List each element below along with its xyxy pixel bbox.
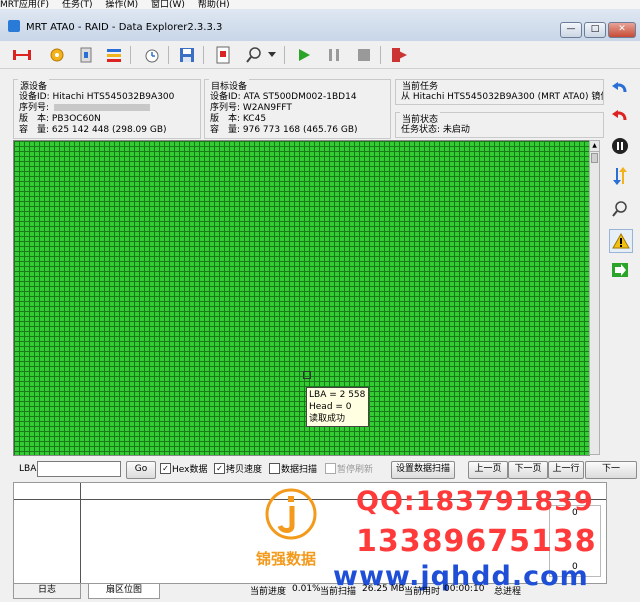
next-row-button[interactable]: 下一 [585, 461, 637, 479]
current-task-text: 从 Hitachi HTS545032B9A300 (MRT ATA0) 镜像到… [401, 92, 604, 102]
serial-redacted-bar [53, 104, 150, 111]
task-status-text: 任务状态: 未启动 [401, 125, 470, 135]
dropdown-arrow-icon[interactable] [266, 45, 278, 65]
graph-divider-line [80, 483, 81, 583]
hex-checkbox[interactable]: ✓ [160, 463, 171, 474]
close-button[interactable]: ✕ [608, 22, 636, 38]
stop-icon[interactable] [354, 45, 374, 65]
qq-watermark: QQ:183791839 [356, 486, 594, 517]
brand-logo-icon [265, 488, 317, 540]
toolbar-separator [130, 46, 131, 64]
next-arrow-icon[interactable] [609, 259, 631, 281]
tab-sector-map[interactable]: 扇区位图 [88, 583, 160, 599]
undo-blue-icon[interactable] [609, 77, 631, 99]
maximize-button[interactable]: □ [584, 22, 606, 38]
scan-label: 当前扫描 [320, 587, 357, 597]
pause-circle-icon[interactable] [609, 135, 631, 157]
menu-operate[interactable]: 操作(M) [105, 1, 138, 10]
controls-row: LBA Go ✓ Hex数据 ✓ 拷贝速度 数据扫描 暂停刷新 设置数据扫描 上… [0, 460, 640, 480]
search-probe-icon[interactable] [244, 45, 264, 65]
elapsed-label: 当前用时 [404, 587, 441, 597]
menu-bar: MRT应用(F) 任务(T) 操作(M) 窗口(W) 帮助(H) [0, 0, 640, 9]
target-capacity: 容 量: 976 773 168 (465.76 GB) [210, 125, 358, 135]
hex-label: Hex数据 [172, 465, 208, 475]
toolbar-separator [284, 46, 285, 64]
lba-input[interactable] [37, 461, 121, 477]
copy-speed-checkbox[interactable]: ✓ [214, 463, 225, 474]
copy-speed-label: 拷贝速度 [226, 465, 263, 475]
title-bar: MRT ATA0 - RAID - Data Explorer2.3.3.3 —… [0, 9, 640, 42]
disk-tool-icon[interactable] [76, 45, 96, 65]
tooltip-head: Head = 0 [309, 402, 352, 412]
settings-gear-icon[interactable] [47, 45, 67, 65]
target-device-panel: 目标设备 设备ID: ATA ST500DM002-1BD14 序列号: W2A… [204, 79, 391, 139]
menu-window[interactable]: 窗口(W) [151, 1, 185, 10]
undo-red-icon[interactable] [609, 105, 631, 127]
menu-task[interactable]: 任务(T) [62, 1, 93, 10]
warning-icon[interactable] [609, 229, 633, 253]
total-progress-label: 总进程 [494, 587, 522, 597]
current-task-panel: 当前任务 从 Hitachi HTS545032B9A300 (MRT ATA0… [395, 79, 604, 105]
tab-log[interactable]: 日志 [13, 583, 81, 599]
toolbar-separator [380, 46, 381, 64]
data-scan-checkbox[interactable] [269, 463, 280, 474]
next-page-button[interactable]: 下一页 [508, 461, 548, 479]
progress-label: 当前进度 [250, 587, 287, 597]
sector-tooltip: LBA = 2 558 Head = 0 读取成功 [306, 387, 369, 427]
current-status-panel: 当前状态 任务状态: 未启动 [395, 112, 604, 138]
prev-row-button[interactable]: 上一行 [548, 461, 584, 479]
elapsed-value: 00:00:10 [444, 584, 485, 594]
window-title: MRT ATA0 - RAID - Data Explorer2.3.3.3 [26, 22, 223, 33]
play-icon[interactable] [294, 45, 314, 65]
pause-icon[interactable] [324, 45, 344, 65]
menu-help[interactable]: 帮助(H) [198, 1, 230, 10]
sector-map-grid[interactable] [13, 140, 590, 456]
scan-value: 26.25 MB [362, 584, 405, 594]
phone-watermark: 13389675138 [356, 524, 597, 559]
lba-label: LBA [19, 464, 37, 474]
prev-page-button[interactable]: 上一页 [468, 461, 508, 479]
minimize-button[interactable]: — [560, 22, 582, 38]
brand-logo [258, 488, 324, 544]
connect-icon[interactable] [12, 45, 32, 65]
pause-refresh-checkbox[interactable] [325, 463, 336, 474]
app-icon [8, 20, 20, 32]
timer-icon[interactable] [142, 45, 162, 65]
pause-refresh-label: 暂停刷新 [337, 465, 374, 475]
exit-icon[interactable] [389, 45, 409, 65]
report-icon[interactable] [213, 45, 233, 65]
toolbar-separator [203, 46, 204, 64]
menu-file[interactable]: MRT应用(F) [0, 1, 49, 10]
scroll-thumb[interactable] [591, 153, 598, 163]
toolbar [0, 41, 640, 69]
tooltip-lba: LBA = 2 558 [309, 390, 366, 400]
save-icon[interactable] [177, 45, 197, 65]
cursor-marker [303, 371, 311, 379]
data-scan-label: 数据扫描 [281, 465, 318, 475]
scroll-up-arrow-icon[interactable]: ▲ [590, 141, 599, 152]
sort-arrows-icon[interactable] [609, 165, 631, 187]
toolbar-separator [168, 46, 169, 64]
brand-name: 锦强数据 [256, 550, 317, 568]
probe-icon[interactable] [609, 198, 631, 220]
scan-settings-button[interactable]: 设置数据扫描 [391, 461, 455, 479]
list-view-icon[interactable] [104, 45, 124, 65]
tooltip-result: 读取成功 [309, 414, 346, 424]
source-device-panel: 源设备 设备ID: Hitachi HTS545032B9A300 序列号: 版… [13, 79, 201, 139]
sector-map-scrollbar[interactable]: ▲ [589, 140, 600, 455]
go-button[interactable]: Go [126, 461, 156, 479]
progress-value: 0.01% [292, 584, 321, 594]
source-capacity: 容 量: 625 142 448 (298.09 GB) [19, 125, 167, 135]
